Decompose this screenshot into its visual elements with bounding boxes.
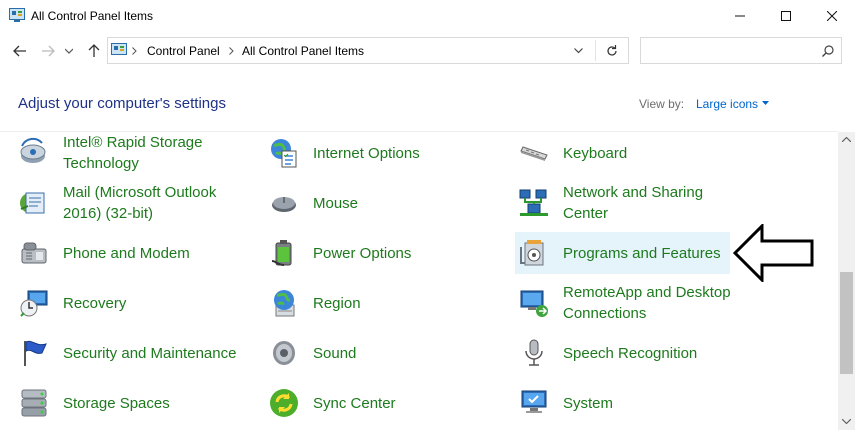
- control-panel-item[interactable]: Security and Maintenance: [18, 332, 248, 374]
- control-panel-item[interactable]: Region: [268, 282, 498, 324]
- item-label: Phone and Modem: [63, 245, 190, 262]
- item-label: Security and Maintenance: [63, 345, 237, 362]
- control-panel-item[interactable]: Sound: [268, 332, 498, 374]
- search-input[interactable]: [645, 41, 819, 62]
- items-grid: Intel® Rapid Storage Technology Internet O…: [0, 132, 838, 430]
- breadcrumb-control-panel[interactable]: Control Panel: [147, 44, 220, 58]
- recent-locations-button[interactable]: [62, 40, 76, 62]
- network-icon: [519, 189, 548, 216]
- keyboard-icon: [520, 146, 548, 161]
- up-arrow-icon: [88, 44, 100, 57]
- control-panel-item[interactable]: Keyboard: [518, 132, 748, 174]
- item-label: Technology: [63, 155, 139, 172]
- item-label: Sound: [313, 345, 357, 362]
- back-arrow-icon: [13, 45, 26, 57]
- chevron-right-icon[interactable]: [229, 47, 234, 55]
- item-label: Sync Center: [313, 395, 396, 412]
- scroll-up-icon[interactable]: [842, 137, 851, 142]
- region-icon: [274, 290, 295, 317]
- item-label: Network and Sharing: [563, 184, 704, 201]
- item-label: Intel® Rapid Storage: [63, 134, 203, 151]
- item-label: Recovery: [63, 295, 127, 312]
- address-divider: [595, 40, 596, 61]
- breadcrumb-all-items[interactable]: All Control Panel Items: [242, 44, 364, 58]
- remoteapp-icon: [520, 290, 548, 317]
- search-icon[interactable]: [822, 45, 834, 57]
- control-panel-item[interactable]: Programs and Features: [515, 232, 730, 274]
- control-panel-item[interactable]: Recovery: [18, 282, 248, 324]
- item-label: Storage Spaces: [63, 395, 170, 412]
- item-label: Programs and Features: [563, 245, 721, 262]
- programs-icon: [520, 240, 544, 266]
- item-label: System: [563, 395, 614, 412]
- refresh-icon[interactable]: [605, 44, 619, 58]
- control-panel-item[interactable]: Sync Center: [268, 382, 498, 424]
- item-label: 2016) (32-bit): [63, 205, 154, 222]
- control-panel-item[interactable]: Phone and Modem: [18, 232, 248, 274]
- window-title: All Control Panel Items: [31, 9, 154, 23]
- item-label: Mail (Microsoft Outlook: [63, 184, 217, 201]
- forward-arrow-icon: [42, 45, 55, 57]
- control-panel-item[interactable]: Intel® Rapid Storage Technology: [18, 132, 248, 174]
- item-label: Internet Options: [313, 145, 420, 162]
- scroll-down-icon[interactable]: [842, 419, 851, 424]
- title-bar: All Control Panel Items: [0, 0, 855, 32]
- forward-button[interactable]: [37, 40, 59, 62]
- chevron-down-icon[interactable]: [574, 48, 583, 54]
- mail-icon: [20, 192, 45, 214]
- control-panel-item[interactable]: Storage Spaces: [18, 382, 248, 424]
- search-box[interactable]: [640, 37, 842, 64]
- minimize-icon: [735, 15, 745, 17]
- storage-icon: [21, 389, 47, 417]
- control-panel-icon: [111, 43, 127, 55]
- system-icon: [521, 390, 547, 413]
- sync-icon: [270, 389, 298, 417]
- up-button[interactable]: [83, 40, 105, 62]
- intel-storage-icon: [20, 137, 46, 163]
- close-icon: [827, 11, 837, 21]
- page-title: Adjust your computer's settings: [18, 95, 226, 112]
- address-row: Control Panel All Control Panel Items: [0, 32, 855, 70]
- mouse-icon: [272, 197, 296, 212]
- power-icon: [271, 240, 292, 266]
- item-label: Keyboard: [563, 145, 628, 162]
- control-panel-icon: [9, 8, 25, 22]
- maximize-icon: [781, 11, 791, 21]
- speaker-icon: [273, 341, 295, 365]
- view-by-dropdown[interactable]: Large icons: [696, 97, 758, 111]
- back-button[interactable]: [9, 40, 31, 62]
- control-panel-item[interactable]: Power Options: [268, 232, 498, 274]
- maximize-button[interactable]: [763, 0, 809, 32]
- security-flag-icon: [24, 340, 47, 366]
- item-label: Center: [563, 205, 609, 222]
- item-label: RemoteApp and Desktop: [563, 284, 731, 301]
- control-panel-item[interactable]: Speech Recognition: [518, 332, 748, 374]
- annotation-arrow-icon: [733, 224, 814, 282]
- item-label: Mouse: [313, 195, 359, 212]
- control-panel-item[interactable]: Network and Sharing Center: [518, 182, 748, 224]
- address-bar[interactable]: Control Panel All Control Panel Items: [107, 37, 629, 64]
- vertical-scrollbar[interactable]: [838, 132, 855, 430]
- control-panel-item[interactable]: System: [518, 382, 748, 424]
- item-label: Power Options: [313, 245, 412, 262]
- item-label: Speech Recognition: [563, 345, 698, 362]
- content-header: Adjust your computer's settings View by:…: [0, 70, 855, 132]
- view-by-label: View by:: [639, 97, 685, 111]
- scrollbar-thumb[interactable]: [840, 272, 853, 374]
- close-button[interactable]: [809, 0, 855, 32]
- chevron-right-icon: [132, 47, 137, 55]
- item-label: Region: [313, 295, 361, 312]
- chevron-down-icon: [65, 48, 73, 54]
- item-label: Connections: [563, 305, 647, 322]
- phone-icon: [21, 242, 47, 264]
- control-panel-item[interactable]: Mail (Microsoft Outlook 2016) (32-bit): [18, 182, 248, 224]
- internet-options-icon: [271, 139, 297, 168]
- control-panel-item[interactable]: RemoteApp and Desktop Connections: [518, 282, 748, 324]
- dropdown-triangle-icon[interactable]: [762, 101, 769, 105]
- recovery-icon: [20, 290, 48, 317]
- microphone-icon: [525, 339, 543, 366]
- control-panel-item[interactable]: Internet Options: [268, 132, 498, 174]
- minimize-button[interactable]: [717, 0, 763, 32]
- control-panel-item[interactable]: Mouse: [268, 182, 498, 224]
